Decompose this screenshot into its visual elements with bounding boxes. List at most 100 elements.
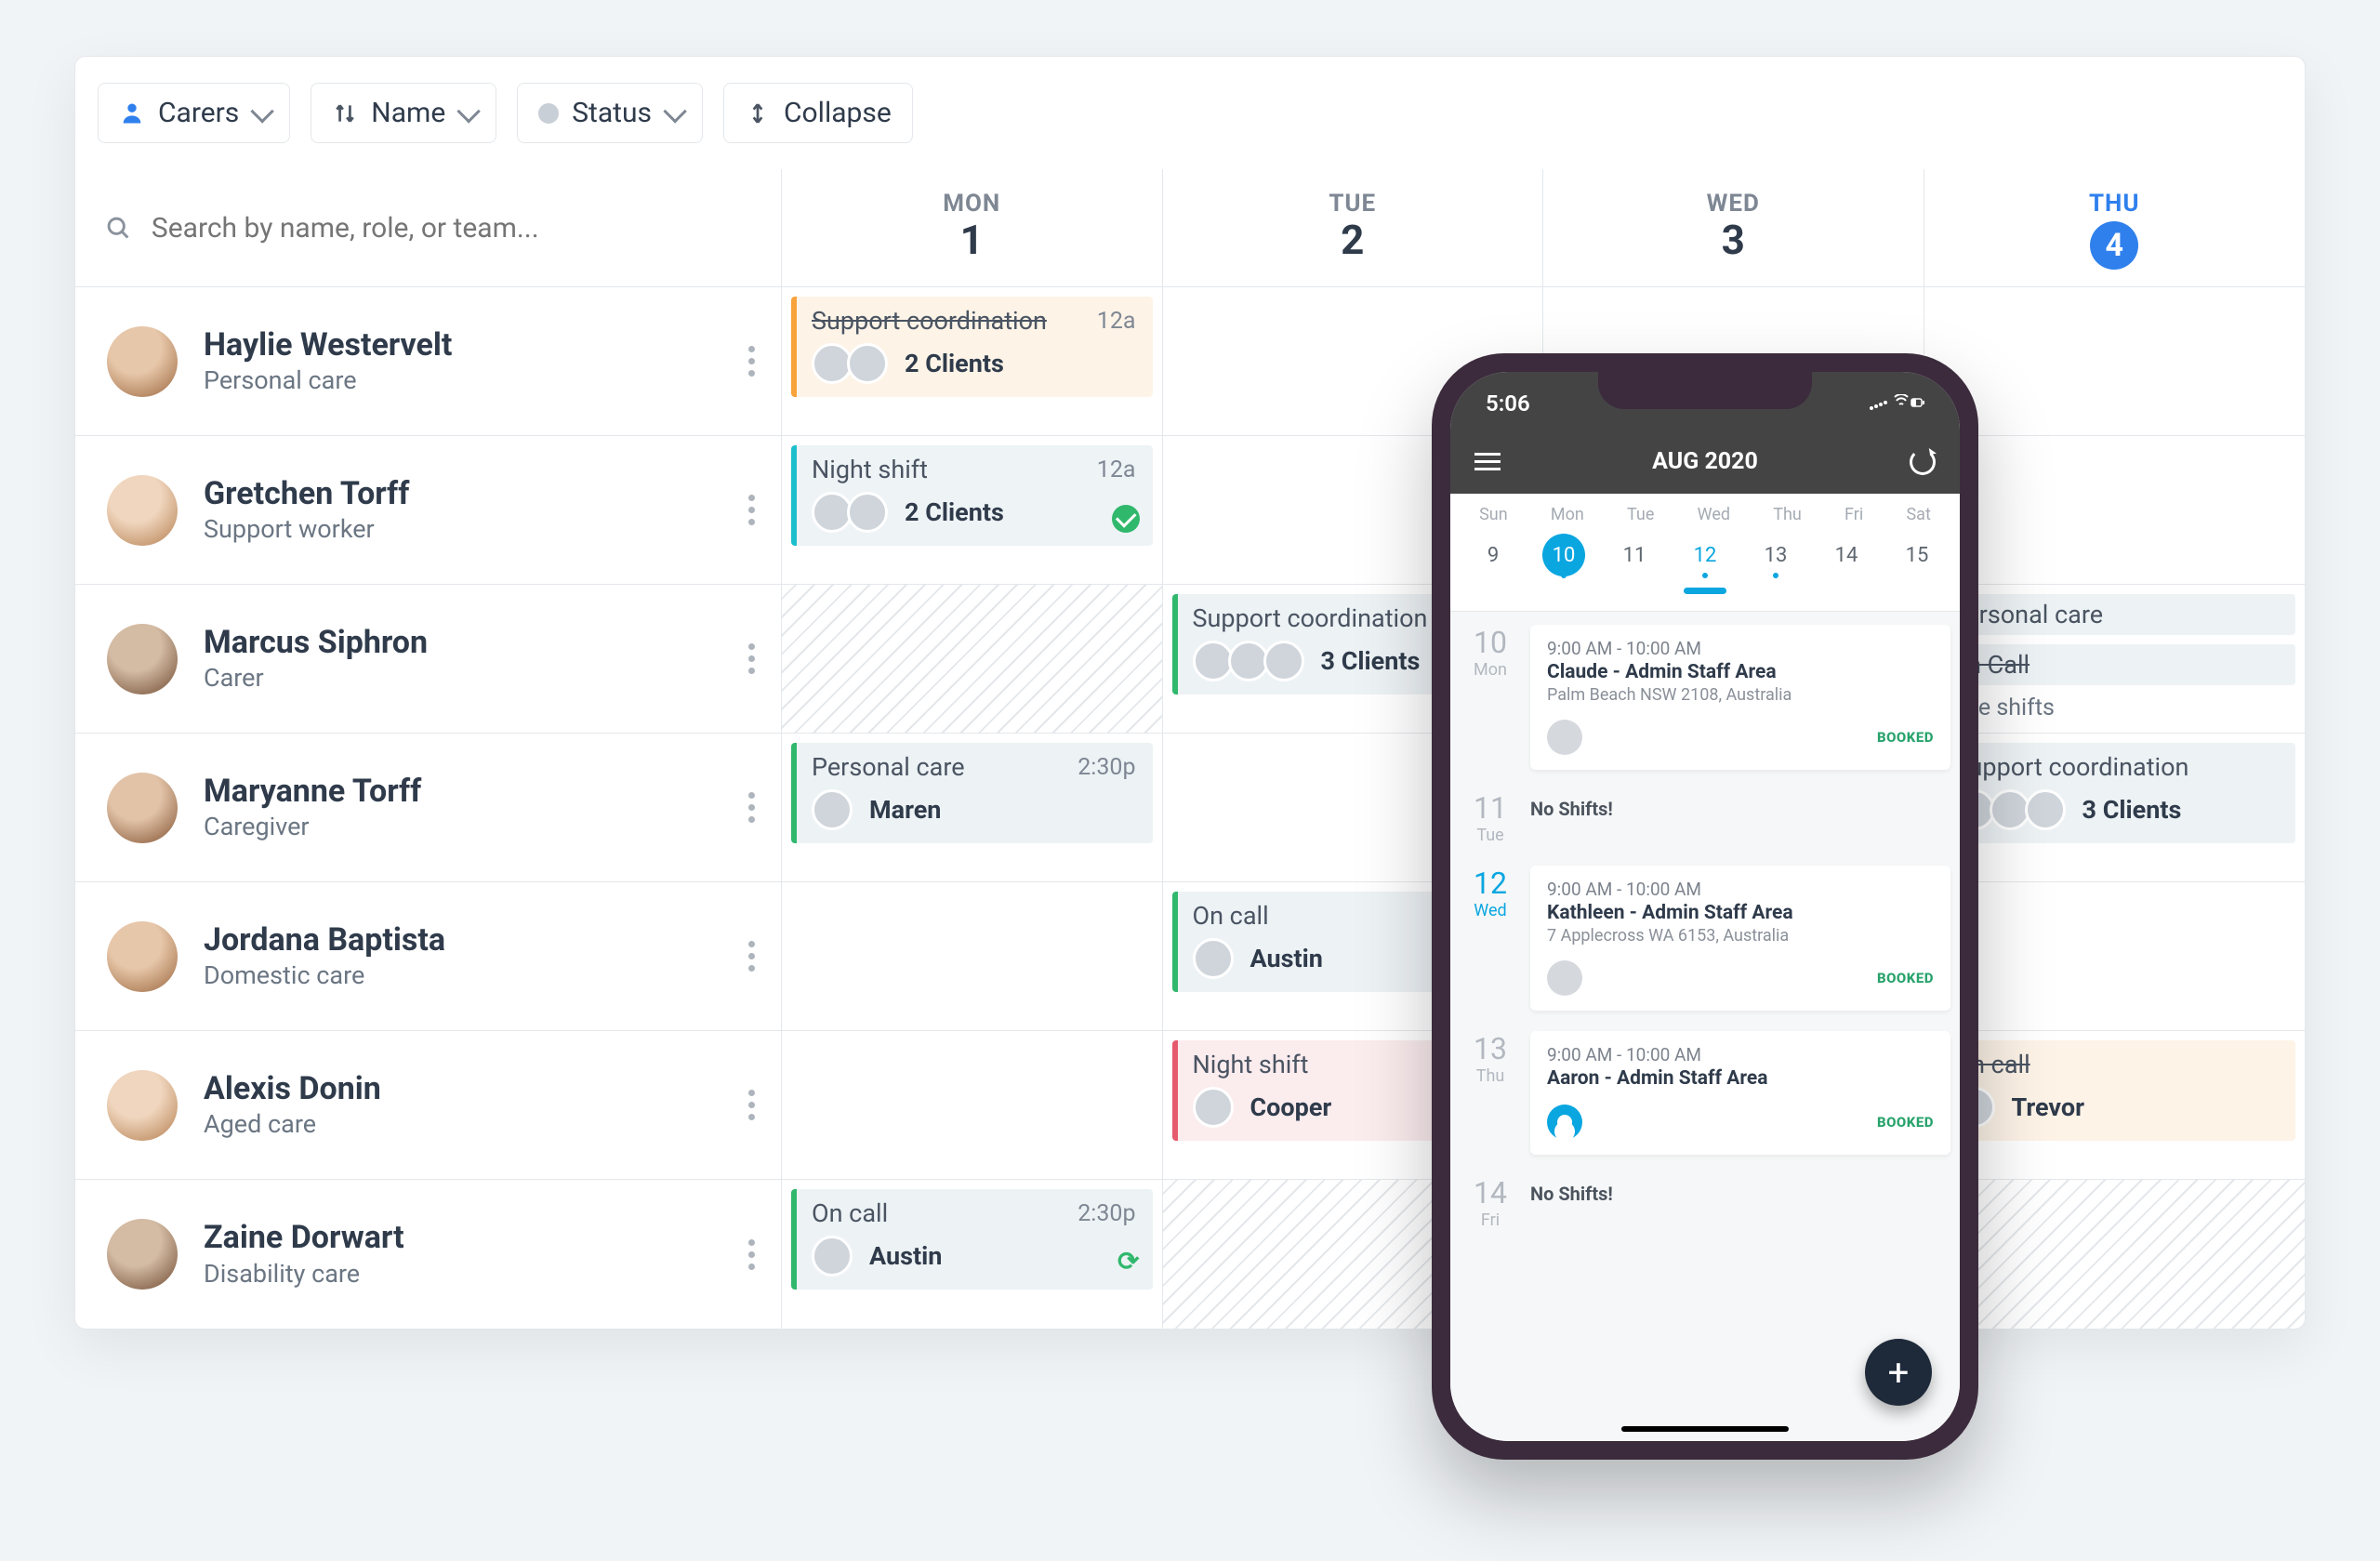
client-avatar — [1193, 1087, 1234, 1128]
person-cell[interactable]: Haylie Westervelt Personal care — [75, 287, 782, 436]
phone-day-button[interactable]: 10 — [1542, 534, 1585, 576]
day-header-mon[interactable]: MON1 — [782, 169, 1163, 287]
shift-body-label: 3 Clients — [1321, 646, 1421, 676]
shift-title: On call — [1954, 1050, 2281, 1079]
shift-body-label: Trevor — [2012, 1092, 2084, 1122]
shift-body-label: 2 Clients — [905, 349, 1004, 378]
day-cell[interactable] — [1924, 882, 2306, 1031]
phone-shift-card[interactable]: 9:00 AM - 10:00 AM Claude - Admin Staff … — [1530, 625, 1950, 770]
client-avatar — [1990, 789, 2030, 830]
day-cell[interactable] — [1924, 287, 2306, 436]
client-avatar — [812, 789, 853, 830]
booked-badge: BOOKED — [1877, 1114, 1934, 1131]
day-cell[interactable] — [782, 585, 1163, 734]
shift-card[interactable]: On Call — [1934, 644, 2296, 685]
phone-clock: 5:06 — [1486, 390, 1530, 417]
shift-body-label: Maren — [869, 795, 941, 825]
collapse-icon — [745, 100, 771, 126]
day-header-tue[interactable]: TUE2 — [1163, 169, 1544, 287]
day-cell[interactable]: On call Trevor — [1924, 1031, 2306, 1180]
day-cell[interactable] — [782, 1031, 1163, 1180]
filter-carers-button[interactable]: Carers — [98, 83, 290, 143]
avatar — [107, 1070, 178, 1141]
shift-card[interactable]: Personal care 2:30p Maren — [791, 743, 1153, 843]
booked-badge: BOOKED — [1877, 729, 1934, 746]
phone-shift-title: Aaron - Admin Staff Area — [1547, 1067, 1934, 1090]
day-header-wed[interactable]: WED3 — [1543, 169, 1924, 287]
day-header-thu[interactable]: THU4 — [1924, 169, 2306, 287]
phone-day-section: 14FriNo Shifts! — [1460, 1175, 1950, 1230]
phone-fab-add[interactable]: + — [1865, 1339, 1932, 1406]
phone-day-button[interactable]: 12 — [1684, 534, 1726, 576]
phone-day-button[interactable]: 9 — [1472, 534, 1514, 576]
phone-day-button[interactable]: 15 — [1896, 534, 1938, 576]
client-avatar — [812, 1236, 853, 1277]
phone-shift-card[interactable]: 9:00 AM - 10:00 AM Kathleen - Admin Staf… — [1530, 866, 1950, 1011]
filter-status-button[interactable]: Status — [517, 83, 703, 143]
shift-card[interactable]: On call 2:30p Austin ⟳ — [791, 1189, 1153, 1290]
avatar — [1547, 720, 1582, 755]
menu-icon[interactable] — [1474, 453, 1501, 470]
person-cell[interactable]: Jordana Baptista Domestic care — [75, 882, 782, 1031]
phone-shift-time: 9:00 AM - 10:00 AM — [1547, 879, 1934, 900]
phone-shift-card[interactable]: 9:00 AM - 10:00 AM Aaron - Admin Staff A… — [1530, 1031, 1950, 1155]
avatar — [107, 773, 178, 843]
toolbar: Carers Name Status Collapse — [75, 57, 2305, 169]
phone-notch — [1598, 372, 1812, 409]
phone-schedule-list[interactable]: 10Mon 9:00 AM - 10:00 AM Claude - Admin … — [1450, 612, 1960, 1441]
phone-day-button[interactable]: 14 — [1825, 534, 1868, 576]
day-cell[interactable]: Support coordination 12a 2 Clients — [782, 287, 1163, 436]
shift-card[interactable]: Personal care — [1934, 594, 2296, 635]
day-cell[interactable]: On call 2:30p Austin ⟳ — [782, 1180, 1163, 1329]
chevron-down-icon — [251, 99, 274, 123]
client-avatar — [1193, 641, 1234, 681]
shift-card[interactable]: more shifts — [1934, 695, 2296, 721]
client-avatar — [847, 492, 888, 533]
person-cell[interactable]: Maryanne Torff Caregiver — [75, 734, 782, 882]
phone-app-bar: AUG 2020 — [1450, 435, 1960, 494]
shift-body-label: 3 Clients — [2082, 795, 2182, 825]
phone-day-section: 13Thu 9:00 AM - 10:00 AM Aaron - Admin S… — [1460, 1031, 1950, 1155]
person-cell[interactable]: Marcus Siphron Carer — [75, 585, 782, 734]
shift-time: 2:30p — [1078, 754, 1135, 781]
more-menu-icon[interactable] — [748, 941, 755, 972]
sort-name-button[interactable]: Name — [311, 83, 496, 143]
search-cell — [75, 169, 782, 287]
day-cell[interactable] — [1924, 1180, 2306, 1329]
more-menu-icon[interactable] — [748, 495, 755, 525]
shift-card[interactable]: On call Trevor — [1934, 1040, 2296, 1141]
phone-day-button[interactable]: 13 — [1754, 534, 1797, 576]
person-cell[interactable]: Alexis Donin Aged care — [75, 1031, 782, 1180]
more-menu-icon[interactable] — [748, 792, 755, 823]
shift-card[interactable]: Night shift 12a 2 Clients — [791, 445, 1153, 546]
shift-body-label: 2 Clients — [905, 497, 1004, 527]
person-name: Gretchen Torff — [204, 476, 409, 512]
day-cell[interactable]: Personal care On Call more shifts — [1924, 585, 2306, 734]
search-input[interactable] — [150, 211, 751, 245]
day-cell[interactable]: Personal care 2:30p Maren — [782, 734, 1163, 882]
phone-day-label: 11Tue — [1460, 790, 1521, 845]
person-cell[interactable]: Gretchen Torff Support worker — [75, 436, 782, 585]
person-cell[interactable]: Zaine Dorwart Disability care — [75, 1180, 782, 1329]
day-cell[interactable]: Night shift 12a 2 Clients — [782, 436, 1163, 585]
more-menu-icon[interactable] — [748, 1090, 755, 1120]
person-name: Jordana Baptista — [204, 922, 445, 959]
day-cell[interactable] — [782, 882, 1163, 1031]
no-shifts-label: No Shifts! — [1530, 1175, 1950, 1230]
shift-title: Support coordination — [812, 306, 1138, 336]
more-menu-icon[interactable] — [748, 346, 755, 377]
day-cell[interactable] — [1924, 436, 2306, 585]
shift-card[interactable]: Support coordination 3 Clients — [1934, 743, 2296, 843]
shift-card[interactable]: Support coordination 12a 2 Clients — [791, 297, 1153, 397]
collapse-button[interactable]: Collapse — [723, 83, 913, 143]
day-cell[interactable]: Support coordination 3 Clients — [1924, 734, 2306, 882]
refresh-icon[interactable] — [1910, 449, 1936, 475]
avatar — [107, 475, 178, 546]
shift-time: 2:30p — [1078, 1200, 1135, 1227]
phone-day-button[interactable]: 11 — [1613, 534, 1656, 576]
client-avatar — [847, 343, 888, 384]
shift-title: Support coordination — [1954, 752, 2281, 782]
shift-body-label: Austin — [1250, 944, 1323, 973]
more-menu-icon[interactable] — [748, 1239, 755, 1270]
more-menu-icon[interactable] — [748, 643, 755, 674]
